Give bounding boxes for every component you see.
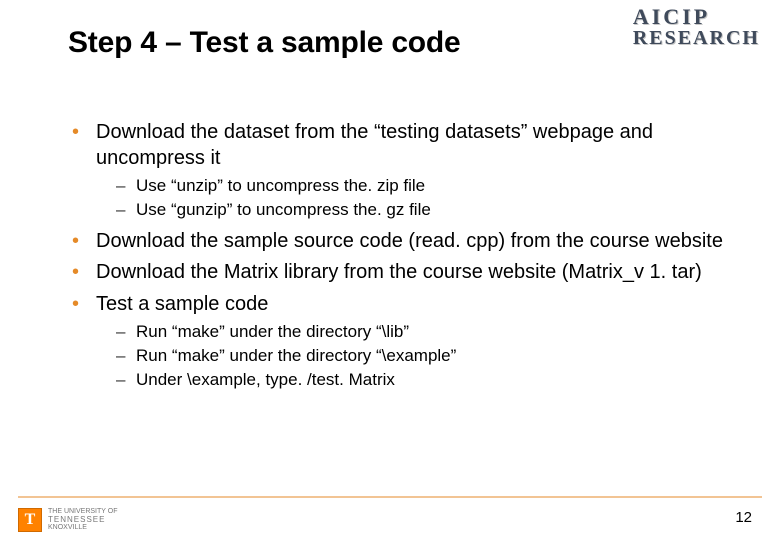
sub-text: Under \example, type. /test. Matrix <box>136 370 395 389</box>
sub-text: Run “make” under the directory “\lib” <box>136 322 409 341</box>
list-item: Download the dataset from the “testing d… <box>72 120 730 221</box>
bullet-list: Download the dataset from the “testing d… <box>72 120 730 391</box>
slide-title: Step 4 – Test a sample code <box>68 26 461 60</box>
list-item: Use “gunzip” to uncompress the. gz file <box>116 199 730 221</box>
list-item: Under \example, type. /test. Matrix <box>116 369 730 391</box>
t-icon: T <box>18 508 42 532</box>
list-item: Download the sample source code (read. c… <box>72 229 730 255</box>
slide: Step 4 – Test a sample code AICIP RESEAR… <box>0 0 780 540</box>
bullet-text: Test a sample code <box>96 293 268 315</box>
list-item: Run “make” under the directory “\example… <box>116 345 730 367</box>
sub-list: Use “unzip” to uncompress the. zip file … <box>96 175 730 221</box>
logo-line1: AICIP <box>633 6 760 28</box>
list-item: Use “unzip” to uncompress the. zip file <box>116 175 730 197</box>
university-text: THE UNIVERSITY OF TENNESSEE KNOXVILLE <box>48 508 118 532</box>
sub-text: Use “gunzip” to uncompress the. gz file <box>136 200 431 219</box>
list-item: Test a sample code Run “make” under the … <box>72 292 730 391</box>
slide-body: Download the dataset from the “testing d… <box>72 120 730 399</box>
ut-logo: T THE UNIVERSITY OF TENNESSEE KNOXVILLE <box>18 508 118 532</box>
aicip-logo: AICIP RESEARCH <box>633 6 760 48</box>
uni-big: TENNESSEE <box>48 516 118 525</box>
sub-text: Run “make” under the directory “\example… <box>136 346 456 365</box>
footer-rule <box>18 496 762 498</box>
logo-line2: RESEARCH <box>633 28 760 48</box>
bullet-text: Download the dataset from the “testing d… <box>96 121 653 169</box>
bullet-text: Download the Matrix library from the cou… <box>96 261 702 283</box>
list-item: Run “make” under the directory “\lib” <box>116 321 730 343</box>
page-number: 12 <box>735 509 752 526</box>
sub-list: Run “make” under the directory “\lib” Ru… <box>96 321 730 390</box>
bullet-text: Download the sample source code (read. c… <box>96 230 723 252</box>
uni-loc: KNOXVILLE <box>48 524 118 532</box>
sub-text: Use “unzip” to uncompress the. zip file <box>136 176 425 195</box>
list-item: Download the Matrix library from the cou… <box>72 260 730 286</box>
